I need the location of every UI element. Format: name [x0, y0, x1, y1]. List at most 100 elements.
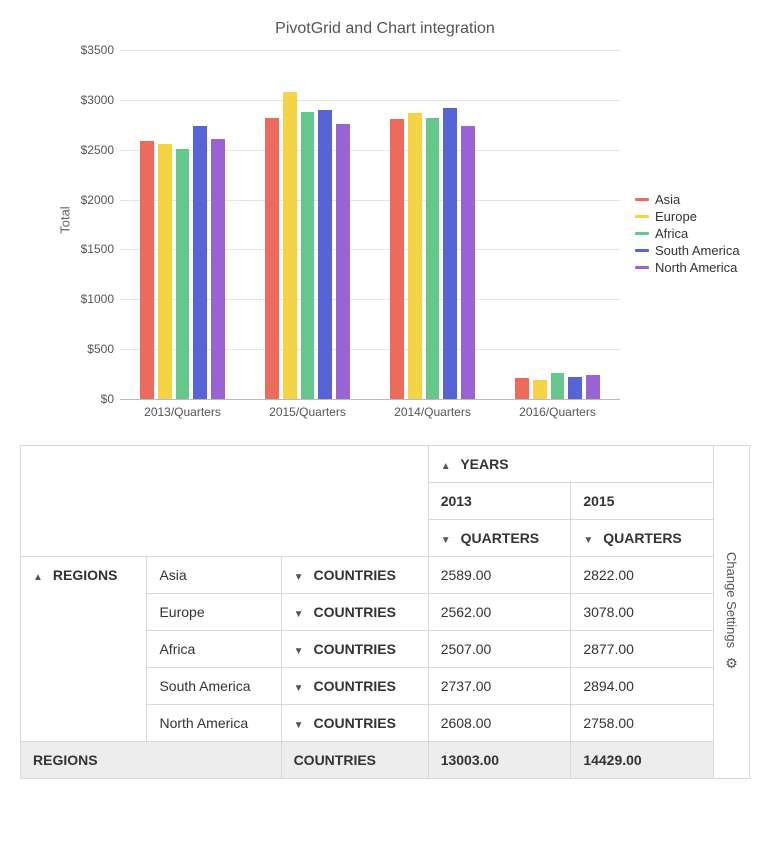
row-label[interactable]: South America — [147, 668, 281, 705]
y-tick-label: $1000 — [81, 292, 114, 306]
y-tick-label: $2000 — [81, 193, 114, 207]
y-tick-label: $3500 — [81, 43, 114, 57]
chart-bar[interactable] — [336, 124, 350, 399]
legend-swatch — [635, 266, 649, 269]
cell: 2608.00 — [428, 705, 571, 742]
row-countries-label: COUNTRIES — [313, 604, 395, 620]
chevron-up-icon: ▲ — [441, 461, 453, 472]
chart-bar[interactable] — [551, 373, 565, 399]
row-parent-header[interactable]: ▲ REGIONS — [21, 557, 147, 742]
row-label[interactable]: Africa — [147, 631, 281, 668]
legend-label: Asia — [655, 192, 680, 207]
chevron-down-icon: ▼ — [294, 572, 306, 583]
legend-item[interactable]: North America — [635, 260, 740, 275]
row-countries-label: COUNTRIES — [313, 641, 395, 657]
row-countries-toggle[interactable]: ▼ COUNTRIES — [281, 705, 428, 742]
cell: 2822.00 — [571, 557, 714, 594]
chart-bar[interactable] — [533, 380, 547, 399]
col-parent-header[interactable]: ▲ YEARS — [428, 446, 713, 483]
chart-bar[interactable] — [301, 112, 315, 399]
chart-bar[interactable] — [461, 126, 475, 399]
chart-plot-area: $0$500$1000$1500$2000$2500$3000$35002013… — [120, 50, 620, 400]
chart-bar[interactable] — [586, 375, 600, 399]
y-axis-title: Total — [58, 206, 73, 233]
chevron-down-icon: ▼ — [294, 720, 306, 731]
chart-bar[interactable] — [140, 141, 154, 399]
pivot-table: ▲ YEARS 2013 2015 ▼ QUARTERS ▼ QUARTERS … — [20, 445, 714, 779]
x-tick-label: 2013/Quarters — [144, 405, 221, 419]
chevron-down-icon: ▼ — [294, 683, 306, 694]
legend-item[interactable]: Africa — [635, 226, 740, 241]
cell: 2562.00 — [428, 594, 571, 631]
chart-bar[interactable] — [283, 92, 297, 399]
chart-bar[interactable] — [265, 118, 279, 399]
row-countries-toggle[interactable]: ▼ COUNTRIES — [281, 594, 428, 631]
change-settings-button[interactable]: Change Settings ⚙ — [714, 445, 750, 779]
row-label[interactable]: Europe — [147, 594, 281, 631]
row-countries-label: COUNTRIES — [313, 567, 395, 583]
col-quarters-label-0: QUARTERS — [461, 530, 540, 546]
legend-item[interactable]: South America — [635, 243, 740, 258]
chart-bar[interactable] — [176, 149, 190, 399]
chart-body: Total $0$500$1000$1500$2000$2500$3000$35… — [60, 50, 750, 430]
chart-bar[interactable] — [390, 119, 404, 399]
total-row-label: REGIONS — [21, 742, 282, 779]
col-quarters-1[interactable]: ▼ QUARTERS — [571, 520, 714, 557]
row-countries-toggle[interactable]: ▼ COUNTRIES — [281, 557, 428, 594]
chart-bar[interactable] — [426, 118, 440, 399]
chevron-down-icon: ▼ — [294, 646, 306, 657]
cell: 2737.00 — [428, 668, 571, 705]
legend-swatch — [635, 232, 649, 235]
chart-bar[interactable] — [193, 126, 207, 399]
col-parent-label: YEARS — [460, 456, 508, 472]
col-year-0[interactable]: 2013 — [428, 483, 571, 520]
chart-bar[interactable] — [318, 110, 332, 399]
legend-label: Africa — [655, 226, 688, 241]
chart-bar[interactable] — [568, 377, 582, 399]
y-tick-label: $500 — [87, 342, 114, 356]
chart-bar[interactable] — [211, 139, 225, 399]
cell: 2507.00 — [428, 631, 571, 668]
cell: 2589.00 — [428, 557, 571, 594]
gear-icon: ⚙ — [725, 655, 738, 672]
cell: 3078.00 — [571, 594, 714, 631]
y-tick-label: $3000 — [81, 93, 114, 107]
legend-swatch — [635, 198, 649, 201]
row-countries-toggle[interactable]: ▼ COUNTRIES — [281, 631, 428, 668]
pivot-container: ▲ YEARS 2013 2015 ▼ QUARTERS ▼ QUARTERS … — [20, 445, 750, 779]
total-cell: 13003.00 — [428, 742, 571, 779]
col-year-1[interactable]: 2015 — [571, 483, 714, 520]
pivot-corner-cell — [21, 446, 429, 557]
legend-swatch — [635, 215, 649, 218]
col-quarters-label-1: QUARTERS — [603, 530, 682, 546]
row-label[interactable]: Asia — [147, 557, 281, 594]
cell: 2758.00 — [571, 705, 714, 742]
y-tick-label: $0 — [101, 392, 114, 406]
chart-bar[interactable] — [408, 113, 422, 399]
x-tick-label: 2015/Quarters — [269, 405, 346, 419]
legend-item[interactable]: Asia — [635, 192, 740, 207]
total-child-label: COUNTRIES — [281, 742, 428, 779]
chevron-down-icon: ▼ — [441, 535, 453, 546]
change-settings-label: Change Settings — [724, 552, 739, 648]
chart-bar[interactable] — [158, 144, 172, 399]
chart-legend: Asia Europe Africa South America North Ameri… — [635, 190, 740, 277]
row-countries-label: COUNTRIES — [313, 715, 395, 731]
total-cell: 14429.00 — [571, 742, 714, 779]
chevron-up-icon: ▲ — [33, 572, 45, 583]
row-countries-toggle[interactable]: ▼ COUNTRIES — [281, 668, 428, 705]
legend-label: North America — [655, 260, 737, 275]
chart-bar[interactable] — [515, 378, 529, 399]
col-quarters-0[interactable]: ▼ QUARTERS — [428, 520, 571, 557]
chart-gridline — [120, 100, 620, 101]
row-label[interactable]: North America — [147, 705, 281, 742]
legend-label: Europe — [655, 209, 697, 224]
x-tick-label: 2014/Quarters — [394, 405, 471, 419]
chart-bar[interactable] — [443, 108, 457, 399]
legend-label: South America — [655, 243, 740, 258]
legend-item[interactable]: Europe — [635, 209, 740, 224]
row-parent-label: REGIONS — [53, 567, 118, 583]
y-tick-label: $1500 — [81, 242, 114, 256]
row-countries-label: COUNTRIES — [313, 678, 395, 694]
cell: 2877.00 — [571, 631, 714, 668]
